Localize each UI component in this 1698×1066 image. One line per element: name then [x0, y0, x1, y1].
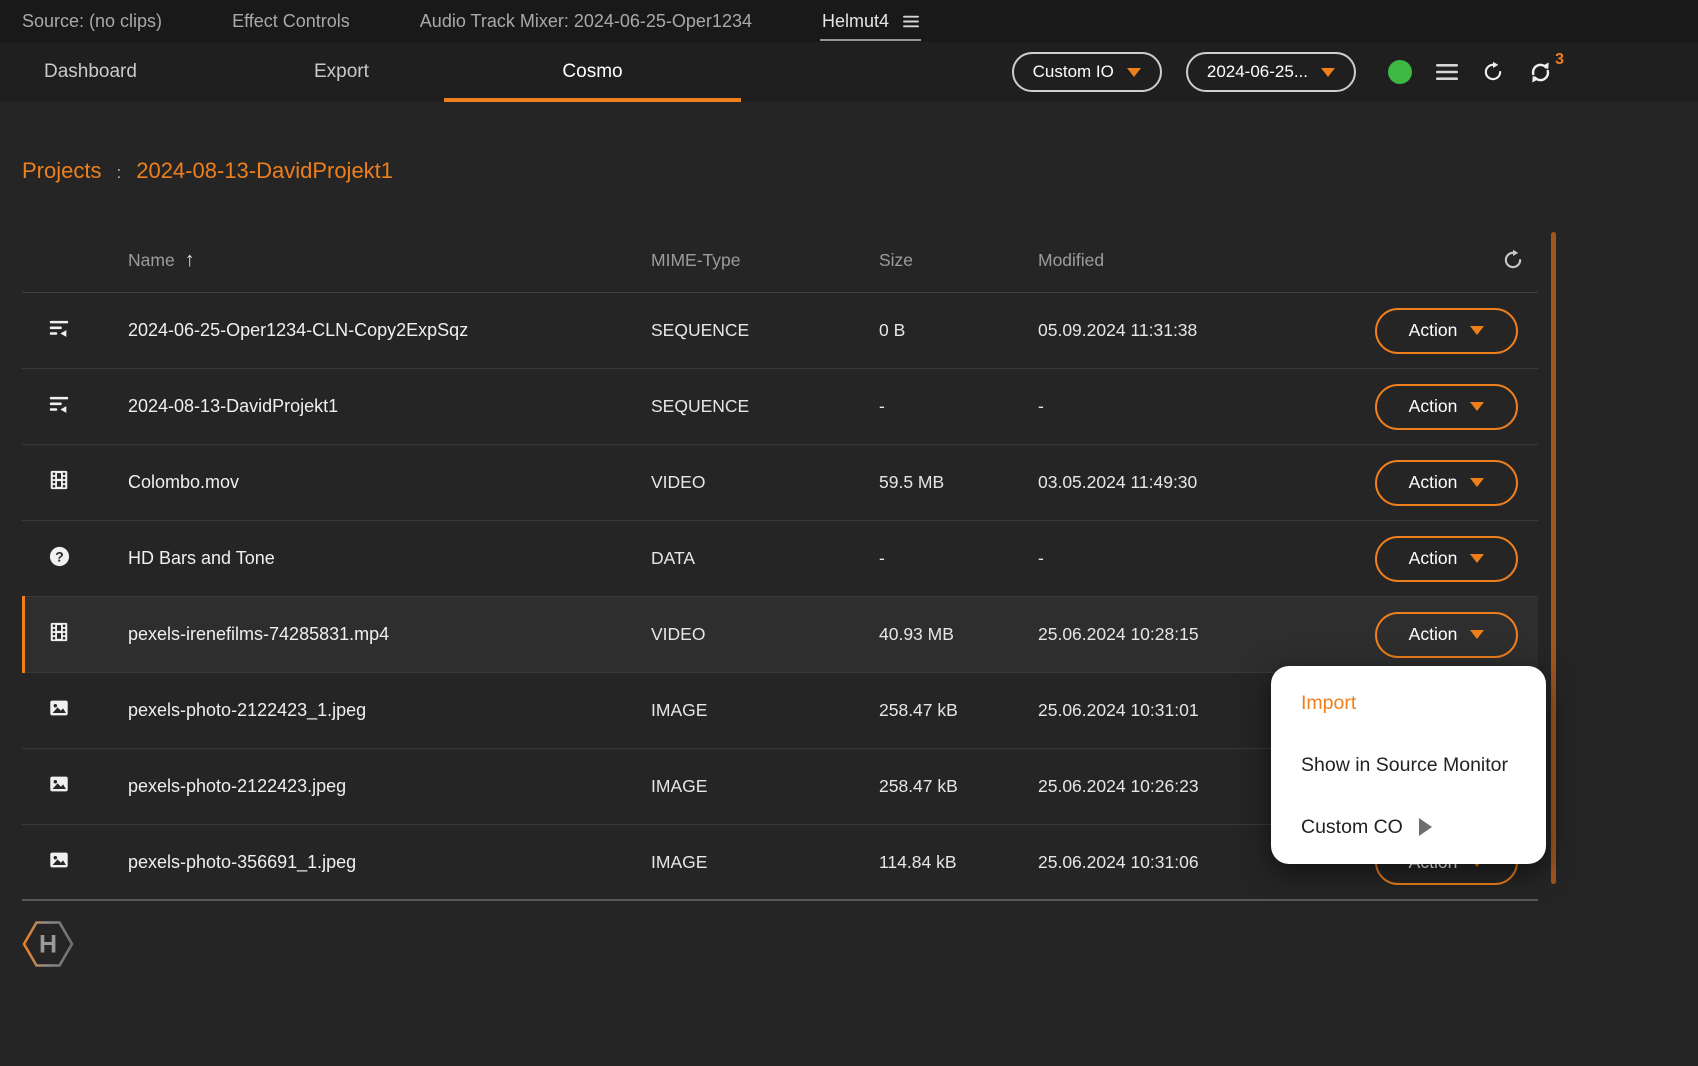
status-green-dot	[1388, 60, 1412, 84]
breadcrumb: Projects : 2024-08-13-DavidProjekt1	[22, 158, 1698, 188]
file-size: 258.47 kB	[879, 700, 1038, 721]
image-icon	[48, 697, 70, 724]
nav-controls: Custom IO 2024-06-25... 3	[1012, 42, 1553, 102]
submenu-arrow-icon	[1419, 818, 1432, 836]
file-name: pexels-photo-2122423_1.jpeg	[128, 700, 651, 721]
file-size: -	[879, 396, 1038, 417]
file-name: HD Bars and Tone	[128, 548, 651, 569]
sort-ascending-icon: ↑	[185, 249, 195, 272]
file-name: pexels-photo-356691_1.jpeg	[128, 852, 651, 873]
chevron-down-icon	[1470, 402, 1484, 411]
action-button[interactable]: Action	[1375, 308, 1518, 354]
helmut-tabs: DashboardExportCosmo	[0, 42, 741, 102]
menu-item-show-in-source-monitor[interactable]: Show in Source Monitor	[1271, 734, 1546, 796]
file-modified: 03.05.2024 11:49:30	[1038, 472, 1375, 493]
file-size: 0 B	[879, 320, 1038, 341]
video-icon	[48, 621, 70, 648]
table-row[interactable]: 2024-08-13-DavidProjekt1 SEQUENCE - - Ac…	[22, 369, 1538, 445]
table-refresh-icon[interactable]	[1502, 249, 1524, 271]
helmut4-panel: Source: (no clips) Effect Controls Audio T…	[0, 0, 1698, 901]
chevron-down-icon	[1470, 326, 1484, 335]
file-size: 40.93 MB	[879, 624, 1038, 645]
panel-tab-audio-track-mixer-2024-06-25-oper1234[interactable]: Audio Track Mixer: 2024-06-25-Oper1234	[420, 0, 752, 42]
sequence-icon	[48, 317, 70, 344]
table-row[interactable]: 2024-06-25-Oper1234-CLN-Copy2ExpSqz SEQU…	[22, 293, 1538, 369]
svg-text:?: ?	[55, 548, 63, 564]
file-mime-type: SEQUENCE	[651, 396, 879, 417]
action-button[interactable]: Action	[1375, 384, 1518, 430]
project-dropdown[interactable]: 2024-06-25...	[1186, 52, 1356, 92]
file-mime-type: DATA	[651, 548, 879, 569]
file-name: 2024-08-13-DavidProjekt1	[128, 396, 651, 417]
sequence-icon	[48, 393, 70, 420]
menu-item-custom-co[interactable]: Custom CO	[1271, 796, 1546, 858]
panel-menu-icon[interactable]	[903, 15, 919, 28]
chevron-down-icon	[1470, 554, 1484, 563]
file-size: 59.5 MB	[879, 472, 1038, 493]
sync-icon[interactable]: 3	[1528, 60, 1553, 85]
table-header: Name ↑ MIME-Type Size Modified	[22, 228, 1538, 293]
image-icon	[48, 773, 70, 800]
file-modified: -	[1038, 548, 1375, 569]
file-mime-type: IMAGE	[651, 700, 879, 721]
file-mime-type: VIDEO	[651, 472, 879, 493]
column-header-modified[interactable]: Modified	[1038, 250, 1375, 271]
chevron-down-icon	[1470, 478, 1484, 487]
table-row[interactable]: pexels-irenefilms-74285831.mp4 VIDEO 40.…	[22, 597, 1538, 673]
file-size: 258.47 kB	[879, 776, 1038, 797]
helmut-logo: H	[20, 916, 76, 972]
file-mime-type: VIDEO	[651, 624, 879, 645]
premiere-tab-bar: Source: (no clips) Effect Controls Audio T…	[0, 0, 1698, 42]
sync-count-badge: 3	[1555, 51, 1564, 69]
breadcrumb-current[interactable]: 2024-08-13-DavidProjekt1	[136, 158, 393, 184]
panel-tab-helmut4[interactable]: Helmut4	[822, 0, 919, 42]
breadcrumb-root[interactable]: Projects	[22, 158, 101, 184]
file-mime-type: IMAGE	[651, 852, 879, 873]
refresh-icon[interactable]	[1482, 61, 1504, 83]
file-name: pexels-photo-2122423.jpeg	[128, 776, 651, 797]
tab-dashboard[interactable]: Dashboard	[0, 42, 270, 102]
file-name: pexels-irenefilms-74285831.mp4	[128, 624, 651, 645]
image-icon	[48, 849, 70, 876]
panel-tab-source-no-clips[interactable]: Source: (no clips)	[22, 0, 162, 42]
chevron-down-icon	[1470, 630, 1484, 639]
vertical-scrollbar[interactable]	[1551, 232, 1556, 884]
column-header-size[interactable]: Size	[879, 250, 1038, 271]
file-name: 2024-06-25-Oper1234-CLN-Copy2ExpSqz	[128, 320, 651, 341]
file-mime-type: IMAGE	[651, 776, 879, 797]
custom-io-dropdown[interactable]: Custom IO	[1012, 52, 1162, 92]
table-row[interactable]: ? HD Bars and Tone DATA - - Action	[22, 521, 1538, 597]
file-modified: 25.06.2024 10:28:15	[1038, 624, 1375, 645]
helmut-nav-bar: DashboardExportCosmo Custom IO 2024-06-2…	[0, 42, 1698, 102]
data-icon: ?	[48, 545, 71, 573]
tab-export[interactable]: Export	[270, 42, 444, 102]
chevron-down-icon	[1127, 68, 1141, 77]
file-name: Colombo.mov	[128, 472, 651, 493]
action-button[interactable]: Action	[1375, 536, 1518, 582]
custom-io-label: Custom IO	[1033, 62, 1114, 82]
menu-item-import[interactable]: Import	[1271, 672, 1546, 734]
hamburger-menu-icon[interactable]	[1436, 63, 1458, 81]
breadcrumb-separator: :	[116, 163, 121, 183]
action-button[interactable]: Action	[1375, 460, 1518, 506]
column-header-mime-type[interactable]: MIME-Type	[651, 250, 879, 271]
video-icon	[48, 469, 70, 496]
column-header-name[interactable]: Name ↑	[128, 249, 651, 272]
file-size: -	[879, 548, 1038, 569]
project-dropdown-label: 2024-06-25...	[1207, 62, 1308, 82]
file-modified: -	[1038, 396, 1375, 417]
tab-cosmo[interactable]: Cosmo	[444, 42, 741, 102]
svg-text:H: H	[39, 931, 57, 959]
file-size: 114.84 kB	[879, 852, 1038, 873]
file-mime-type: SEQUENCE	[651, 320, 879, 341]
action-context-menu: ImportShow in Source MonitorCustom CO	[1271, 666, 1546, 864]
chevron-down-icon	[1321, 68, 1335, 77]
file-modified: 05.09.2024 11:31:38	[1038, 320, 1375, 341]
panel-tab-effect-controls[interactable]: Effect Controls	[232, 0, 350, 42]
table-row[interactable]: Colombo.mov VIDEO 59.5 MB 03.05.2024 11:…	[22, 445, 1538, 521]
action-button[interactable]: Action	[1375, 612, 1518, 658]
